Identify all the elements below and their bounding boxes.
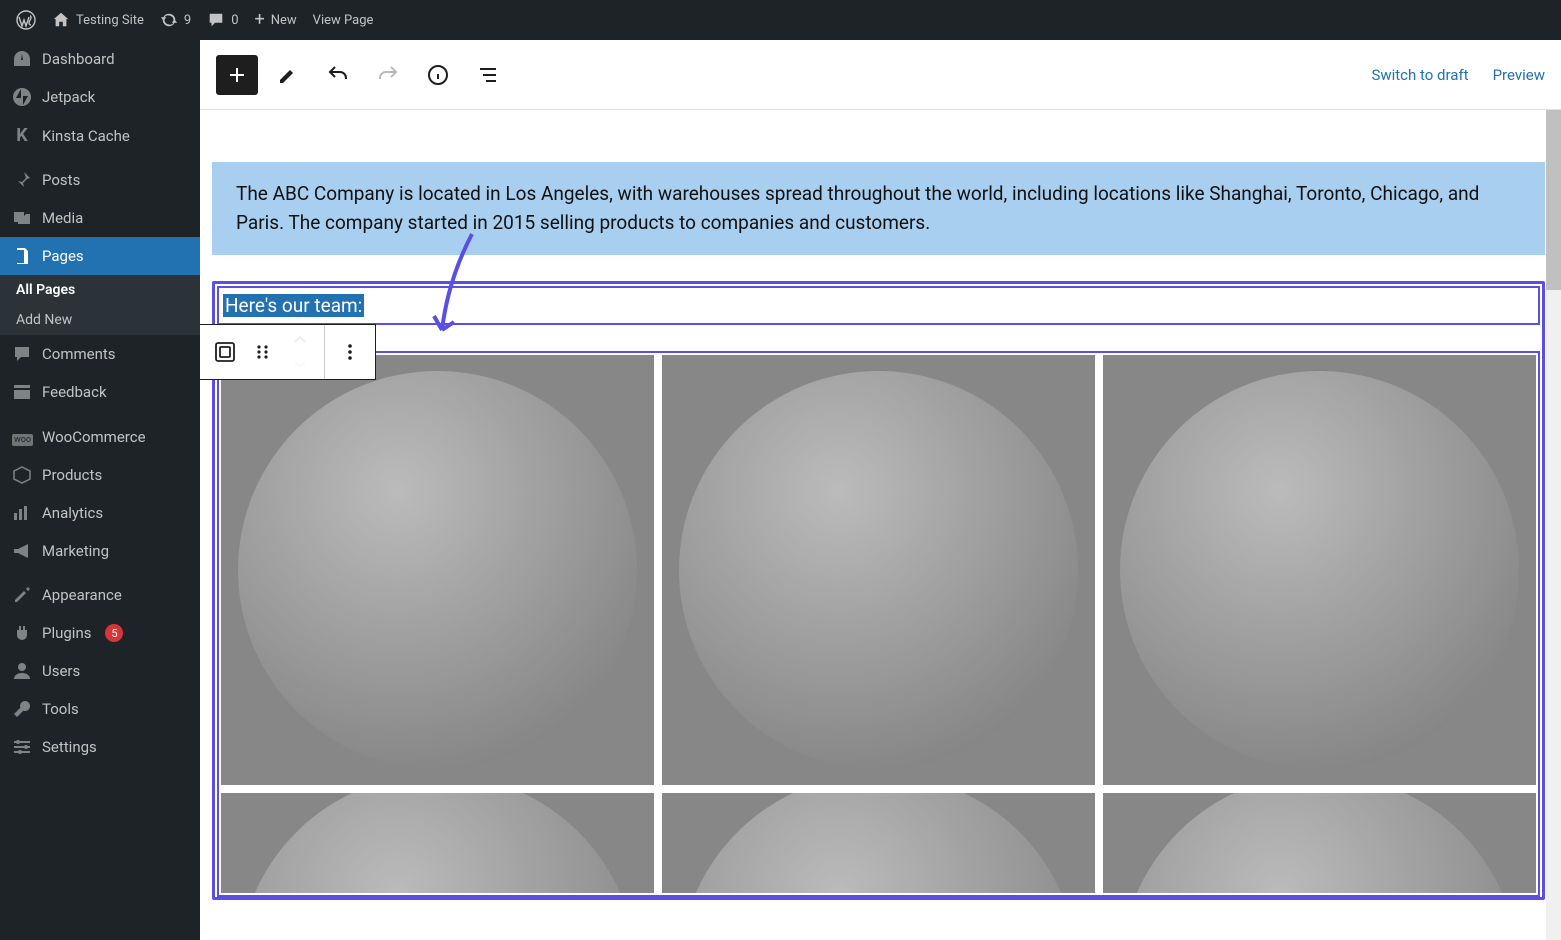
dashboard-icon — [12, 49, 32, 69]
update-icon — [160, 11, 178, 29]
wordpress-icon — [16, 10, 36, 30]
drag-handle[interactable] — [244, 326, 282, 378]
menu-feedback[interactable]: Feedback — [0, 373, 200, 411]
view-page-label: View Page — [313, 13, 374, 28]
redo-button[interactable] — [368, 55, 408, 95]
plugins-icon — [12, 623, 32, 643]
appearance-icon — [12, 585, 32, 605]
comments-link[interactable]: 0 — [199, 0, 246, 40]
users-icon — [12, 661, 32, 681]
gallery-image-1[interactable] — [221, 355, 654, 785]
menu-analytics[interactable]: Analytics — [0, 494, 200, 532]
document-info-button[interactable] — [418, 55, 458, 95]
annotation-arrow — [430, 230, 486, 344]
menu-settings[interactable]: Settings — [0, 728, 200, 766]
menu-comments[interactable]: Comments — [0, 335, 200, 373]
team-photo-4 — [238, 793, 636, 893]
move-up-button[interactable] — [282, 328, 318, 352]
gallery-image-3[interactable] — [1103, 355, 1536, 785]
team-photo-3 — [1120, 371, 1518, 769]
menu-products[interactable]: Products — [0, 456, 200, 494]
editor-header: Switch to draft Preview — [200, 40, 1561, 110]
heading-block[interactable]: Here's our team: — [217, 286, 1540, 325]
block-editor: Switch to draft Preview The ABC Company … — [200, 40, 1561, 940]
editor-canvas[interactable]: The ABC Company is located in Los Angele… — [200, 110, 1561, 900]
comments-count: 0 — [231, 13, 238, 28]
pages-submenu: All Pages Add New — [0, 275, 200, 335]
site-name-link[interactable]: Testing Site — [44, 0, 152, 40]
menu-pages[interactable]: Pages — [0, 237, 200, 275]
gallery-image-2[interactable] — [662, 355, 1095, 785]
updates-count: 9 — [184, 13, 191, 28]
menu-kinsta[interactable]: KKinsta Cache — [0, 116, 200, 155]
paragraph-block-selected[interactable]: The ABC Company is located in Los Angele… — [212, 162, 1545, 255]
admin-bar: Testing Site 9 0 + New View Page — [0, 0, 1561, 40]
admin-sidebar: Dashboard Jetpack KKinsta Cache Posts Me… — [0, 40, 200, 940]
new-label: New — [271, 13, 297, 28]
site-name: Testing Site — [76, 13, 144, 28]
block-toolbar — [200, 324, 376, 380]
editor-canvas-wrap[interactable]: The ABC Company is located in Los Angele… — [200, 110, 1561, 940]
woo-icon: woo — [12, 426, 32, 447]
kinsta-icon: K — [12, 125, 32, 146]
jetpack-icon — [12, 87, 32, 107]
marketing-icon — [12, 541, 32, 561]
home-icon — [52, 11, 70, 29]
team-photo-1 — [238, 371, 636, 769]
team-photo-2 — [679, 371, 1077, 769]
products-icon — [12, 465, 32, 485]
settings-icon — [12, 737, 32, 757]
pin-icon — [12, 170, 32, 190]
submenu-add-new[interactable]: Add New — [0, 305, 200, 335]
menu-plugins[interactable]: Plugins5 — [0, 614, 200, 652]
group-block-selected[interactable]: Here's our team: — [212, 281, 1545, 900]
gallery-block[interactable] — [217, 351, 1540, 897]
menu-dashboard[interactable]: Dashboard — [0, 40, 200, 78]
tools-icon — [12, 699, 32, 719]
gallery-image-4[interactable] — [221, 793, 654, 893]
menu-appearance[interactable]: Appearance — [0, 576, 200, 614]
edit-mode-button[interactable] — [268, 55, 308, 95]
menu-media[interactable]: Media — [0, 199, 200, 237]
block-type-button[interactable] — [206, 326, 244, 378]
list-view-button[interactable] — [468, 55, 508, 95]
menu-woocommerce[interactable]: wooWooCommerce — [0, 417, 200, 456]
feedback-icon — [12, 382, 32, 402]
team-photo-6 — [1120, 793, 1518, 893]
view-page-link[interactable]: View Page — [305, 0, 382, 40]
wp-logo[interactable] — [8, 0, 44, 40]
comment-icon — [207, 11, 225, 29]
gallery-image-6[interactable] — [1103, 793, 1536, 893]
switch-to-draft-link[interactable]: Switch to draft — [1371, 66, 1468, 84]
updates-link[interactable]: 9 — [152, 0, 199, 40]
plugins-badge: 5 — [105, 624, 123, 642]
menu-jetpack[interactable]: Jetpack — [0, 78, 200, 116]
menu-posts[interactable]: Posts — [0, 161, 200, 199]
move-down-button[interactable] — [282, 352, 318, 376]
menu-users[interactable]: Users — [0, 652, 200, 690]
heading-text-selected: Here's our team: — [223, 294, 364, 317]
move-arrows — [282, 328, 318, 376]
comments-icon — [12, 344, 32, 364]
undo-button[interactable] — [318, 55, 358, 95]
plus-icon: + — [255, 11, 265, 29]
submenu-all-pages[interactable]: All Pages — [0, 275, 200, 305]
media-icon — [12, 208, 32, 228]
menu-tools[interactable]: Tools — [0, 690, 200, 728]
preview-link[interactable]: Preview — [1493, 66, 1545, 84]
menu-marketing[interactable]: Marketing — [0, 532, 200, 570]
team-photo-5 — [679, 793, 1077, 893]
paragraph-text: The ABC Company is located in Los Angele… — [236, 182, 1479, 234]
more-options-button[interactable] — [331, 326, 369, 378]
analytics-icon — [12, 503, 32, 523]
new-link[interactable]: + New — [247, 0, 305, 40]
add-block-button[interactable] — [216, 55, 258, 95]
gallery-image-5[interactable] — [662, 793, 1095, 893]
pages-icon — [12, 246, 32, 266]
